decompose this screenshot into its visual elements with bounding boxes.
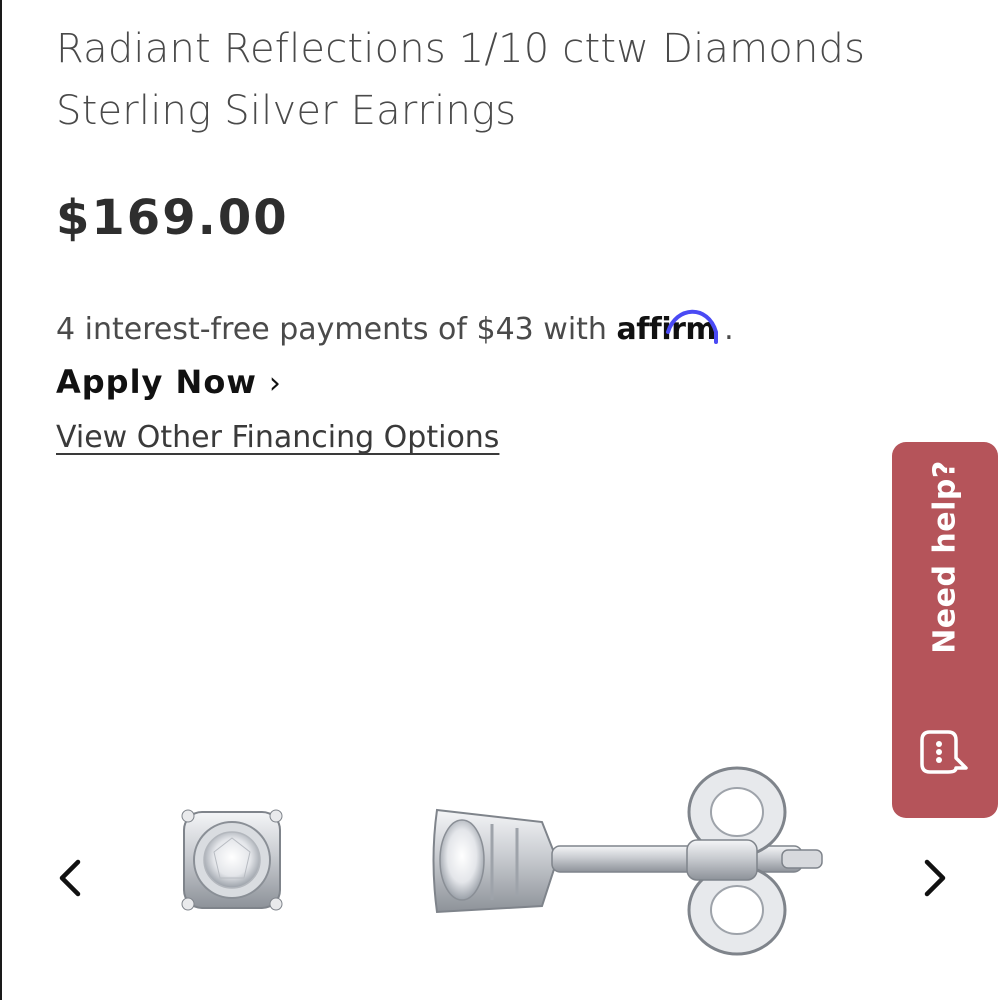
chevron-right-icon: › <box>268 366 282 401</box>
affirm-arc-icon <box>666 309 719 344</box>
apply-now-link[interactable]: Apply Now › <box>56 363 282 401</box>
affirm-logo: affirm <box>616 309 719 347</box>
chevron-right-icon[interactable] <box>917 856 953 900</box>
earring-side-view <box>432 766 823 956</box>
earrings-image <box>181 766 823 956</box>
apply-now-label: Apply Now <box>56 363 257 401</box>
affirm-financing-line: 4 interest-free payments of $43 with aff… <box>56 309 734 347</box>
chevron-left-icon[interactable] <box>52 856 88 900</box>
product-image-carousel <box>2 740 1000 1000</box>
earring-front-view <box>181 809 283 911</box>
view-other-financing-link[interactable]: View Other Financing Options <box>56 420 499 455</box>
payments-text: 4 interest-free payments of $43 with <box>56 312 607 347</box>
product-title: Radiant Reflections 1/10 cttw Diamonds S… <box>56 26 866 134</box>
need-help-label: Need help? <box>927 460 963 654</box>
affirm-period: . <box>724 312 734 347</box>
product-page: Radiant Reflections 1/10 cttw Diamonds S… <box>0 0 1000 1000</box>
product-price: $169.00 <box>56 190 289 246</box>
